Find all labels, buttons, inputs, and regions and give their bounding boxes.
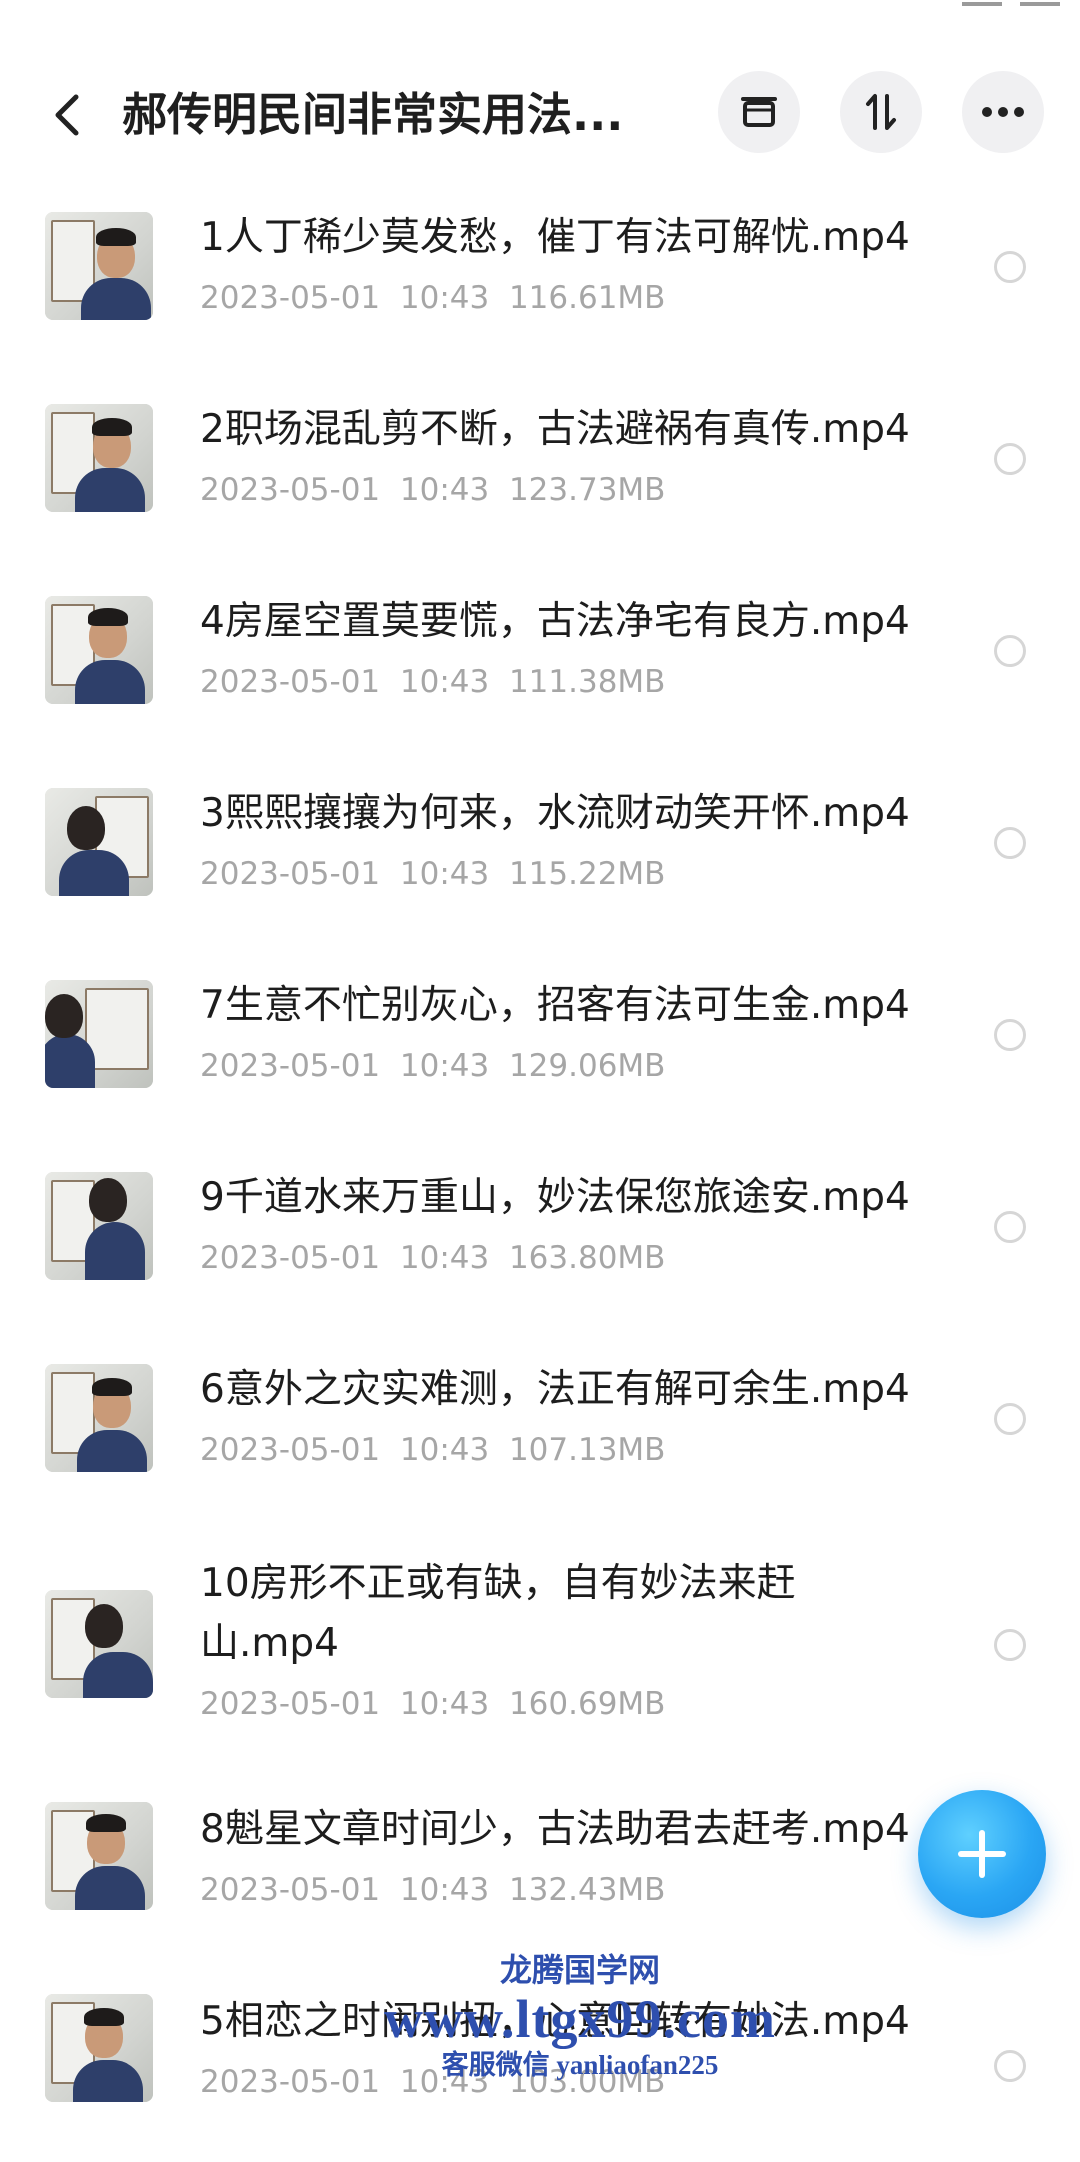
file-meta: 2023-05-01 10:43 129.06MB	[200, 1048, 665, 1084]
video-thumbnail	[45, 1802, 153, 1910]
file-size: 123.73MB	[508, 472, 666, 508]
list-item[interactable]: 3熙熙攘攘为何来，水流财动笑开怀.mp4 2023-05-01 10:43 11…	[0, 776, 1080, 946]
status-icons	[962, 0, 1060, 6]
video-thumbnail	[45, 596, 153, 704]
list-item[interactable]: 1人丁稀少莫发愁，催丁有法可解忧.mp4 2023-05-01 10:43 11…	[0, 200, 1080, 370]
status-bar	[0, 0, 1080, 24]
file-name: 5相恋之时闹别扭，心意回转有妙法.mp4	[200, 1999, 910, 2044]
file-time: 10:43	[399, 1048, 490, 1084]
select-radio[interactable]	[994, 251, 1026, 283]
file-size: 129.06MB	[508, 1048, 666, 1084]
file-date: 2023-05-01	[200, 1432, 381, 1468]
archive-box-icon	[741, 97, 777, 127]
file-date: 2023-05-01	[200, 856, 381, 892]
file-date: 2023-05-01	[200, 2064, 381, 2100]
file-time: 10:43	[399, 1240, 490, 1276]
file-time: 10:43	[399, 664, 490, 700]
list-item[interactable]: 8魁星文章时间少，古法助君去赶考.mp4 2023-05-01 10:43 13…	[0, 1800, 1080, 1970]
file-meta: 2023-05-01 10:43 160.69MB	[200, 1686, 665, 1722]
select-radio[interactable]	[994, 1403, 1026, 1435]
video-thumbnail	[45, 404, 153, 512]
page-title: 郝传明民间非常实用法...	[122, 88, 622, 141]
sort-button[interactable]	[840, 71, 922, 153]
video-thumbnail	[45, 1364, 153, 1472]
chevron-left-icon	[55, 94, 79, 136]
file-time: 10:43	[399, 856, 490, 892]
file-size: 163.80MB	[508, 1240, 666, 1276]
file-name: 1人丁稀少莫发愁，催丁有法可解忧.mp4	[200, 215, 910, 260]
file-date: 2023-05-01	[200, 1240, 381, 1276]
file-time: 10:43	[399, 2064, 490, 2100]
file-size: 116.61MB	[508, 280, 666, 316]
file-date: 2023-05-01	[200, 664, 381, 700]
file-name: 3熙熙攘攘为何来，水流财动笑开怀.mp4	[200, 791, 910, 836]
video-thumbnail	[45, 980, 153, 1088]
file-name: 6意外之灾实难测，法正有解可余生.mp4	[200, 1367, 910, 1412]
list-item[interactable]: 2职场混乱剪不断，古法避祸有真传.mp4 2023-05-01 10:43 12…	[0, 392, 1080, 562]
file-name: 9千道水来万重山，妙法保您旅途安.mp4	[200, 1175, 910, 1220]
file-name: 7生意不忙别灰心，招客有法可生金.mp4	[200, 983, 910, 1028]
file-date: 2023-05-01	[200, 1686, 381, 1722]
file-meta: 2023-05-01 10:43 163.80MB	[200, 1240, 665, 1276]
file-size: 111.38MB	[508, 664, 666, 700]
video-thumbnail	[45, 1994, 153, 2102]
file-name: 8魁星文章时间少，古法助君去赶考.mp4	[200, 1807, 910, 1852]
file-meta: 2023-05-01 10:43 107.13MB	[200, 1432, 665, 1468]
file-name: 2职场混乱剪不断，古法避祸有真传.mp4	[200, 407, 910, 452]
file-meta: 2023-05-01 10:43 123.73MB	[200, 472, 665, 508]
file-meta: 2023-05-01 10:43 111.38MB	[200, 664, 665, 700]
file-time: 10:43	[399, 1432, 490, 1468]
file-size: 103.00MB	[508, 2064, 666, 2100]
video-thumbnail	[45, 1172, 153, 1280]
battery-icon	[962, 0, 1002, 6]
select-radio[interactable]	[994, 635, 1026, 667]
list-item[interactable]: 4房屋空置莫要慌，古法净宅有良方.mp4 2023-05-01 10:43 11…	[0, 584, 1080, 754]
file-date: 2023-05-01	[200, 280, 381, 316]
sort-arrows-icon	[866, 94, 896, 130]
file-date: 2023-05-01	[200, 1048, 381, 1084]
select-radio[interactable]	[994, 1211, 1026, 1243]
file-time: 10:43	[399, 1872, 490, 1908]
video-thumbnail	[45, 788, 153, 896]
select-radio[interactable]	[994, 2050, 1026, 2082]
signal-icon	[1020, 0, 1060, 6]
file-date: 2023-05-01	[200, 1872, 381, 1908]
select-radio[interactable]	[994, 443, 1026, 475]
plus-icon	[958, 1830, 1006, 1878]
file-time: 10:43	[399, 1686, 490, 1722]
archive-button[interactable]	[718, 71, 800, 153]
more-button[interactable]	[962, 71, 1044, 153]
select-radio[interactable]	[994, 1019, 1026, 1051]
header: 郝传明民间非常实用法...	[0, 60, 1080, 170]
list-item[interactable]: 5相恋之时闹别扭，心意回转有妙法.mp4 2023-05-01 10:43 10…	[0, 1992, 1080, 2162]
file-name: 4房屋空置莫要慌，古法净宅有良方.mp4	[200, 599, 910, 644]
file-meta: 2023-05-01 10:43 115.22MB	[200, 856, 665, 892]
file-size: 107.13MB	[508, 1432, 666, 1468]
list-item[interactable]: 6意外之灾实难测，法正有解可余生.mp4 2023-05-01 10:43 10…	[0, 1352, 1080, 1522]
add-button[interactable]	[918, 1790, 1046, 1918]
file-date: 2023-05-01	[200, 472, 381, 508]
video-thumbnail	[45, 212, 153, 320]
file-size: 160.69MB	[508, 1686, 666, 1722]
file-meta: 2023-05-01 10:43 103.00MB	[200, 2064, 665, 2100]
file-time: 10:43	[399, 280, 490, 316]
file-time: 10:43	[399, 472, 490, 508]
list-item[interactable]: 10房形不正或有缺，自有妙法来赶山.mp4 2023-05-01 10:43 1…	[0, 1544, 1080, 1784]
list-item[interactable]: 7生意不忙别灰心，招客有法可生金.mp4 2023-05-01 10:43 12…	[0, 968, 1080, 1138]
file-meta: 2023-05-01 10:43 132.43MB	[200, 1872, 665, 1908]
list-item[interactable]: 9千道水来万重山，妙法保您旅途安.mp4 2023-05-01 10:43 16…	[0, 1160, 1080, 1330]
select-radio[interactable]	[994, 827, 1026, 859]
file-name: 10房形不正或有缺，自有妙法来赶山.mp4	[200, 1561, 796, 1666]
more-dots-icon	[982, 107, 1024, 117]
file-meta: 2023-05-01 10:43 116.61MB	[200, 280, 665, 316]
file-size: 132.43MB	[508, 1872, 666, 1908]
video-thumbnail	[45, 1590, 153, 1698]
file-size: 115.22MB	[508, 856, 666, 892]
select-radio[interactable]	[994, 1629, 1026, 1661]
back-button[interactable]	[42, 90, 92, 140]
